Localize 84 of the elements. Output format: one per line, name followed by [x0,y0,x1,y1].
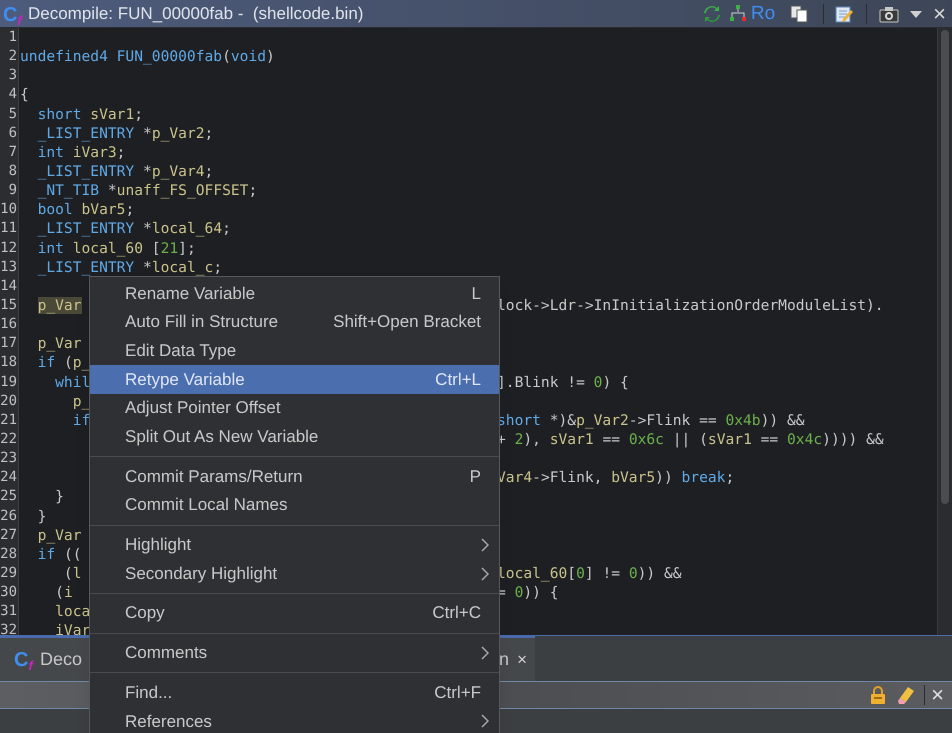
line-number: 16 [0,315,19,334]
line-number: 26 [0,506,19,526]
line-number: 18 [0,353,19,373]
close-button[interactable]: × [931,684,944,706]
code-line: _NT_TIB *unaff_FS_OFFSET; [36,182,258,200]
menu-item[interactable]: Find... Ctrl+F [90,678,499,707]
code-line: bool bVar5; [36,201,134,218]
line-number: 20 [0,392,19,411]
line-number: 13 [0,258,19,277]
code-line: if (( [36,546,82,563]
menu-item[interactable]: Edit Data Type [90,336,499,366]
line-number: 2 [0,47,19,66]
code-line: _LIST_ENTRY *p_Var2; [36,124,214,142]
line-number: 23 [0,449,19,468]
line-number: 9 [0,181,19,200]
line-number: 29 [0,564,19,584]
menu-item[interactable]: Auto Fill in Structure Shift+Open Bracket [90,308,499,336]
code-line: lock->Ldr->InInitializationOrderModuleList). [497,296,884,314]
line-number: 12 [0,238,19,258]
line-number: 31 [0,602,19,622]
code-line: int iVar3; [36,144,126,161]
code-line: _LIST_ENTRY *p_Var4; [36,162,214,180]
line-number: 28 [0,544,19,564]
line-number: 17 [0,334,19,354]
line-number: 10 [0,200,19,220]
eraser-icon[interactable] [896,685,916,705]
code-line: p_ [72,392,90,410]
line-number: 4 [0,85,19,105]
code-line: } [36,508,46,525]
line-number: 27 [0,526,19,545]
menu-item[interactable]: Commit Params/Return P [90,462,499,491]
menu-item[interactable]: Copy Ctrl+C [90,598,499,628]
code-line: ].Blink != 0) { [497,374,629,391]
code-line: p_Var [36,526,82,544]
line-number: 19 [0,372,19,392]
window-title: Decompile: FUN_00000fab - (shellcode.bin) [28,2,364,25]
code-line: loca [54,603,90,620]
line-number: 1 [0,28,19,48]
line-number: 22 [0,430,19,450]
line-number: 11 [0,219,19,239]
vertical-scrollbar[interactable] [937,28,952,635]
code-line: undefined4 FUN_00000fab(void) [20,48,275,66]
code-line: if (p_ [36,354,90,372]
line-number: 25 [0,487,19,507]
code-line: _LIST_ENTRY *local_c; [36,258,222,276]
code-line: local_60[0] != 0)) && [497,564,682,582]
code-line: whil [54,374,90,391]
menu-item[interactable]: Retype Variable Ctrl+L [90,365,499,394]
menu-item[interactable]: Secondary Highlight [90,559,499,588]
line-number: 5 [0,104,19,124]
code-line: { [20,86,29,104]
dropdown-icon[interactable] [909,8,924,18]
close-button[interactable]: × [933,2,946,24]
line-number: 3 [0,66,19,86]
menu-item[interactable]: Rename Variable L [90,279,499,308]
menu-item[interactable]: References [90,706,499,733]
code-line: int local_60 [21]; [36,240,196,257]
line-number: 21 [0,410,19,430]
line-number: 6 [0,124,19,143]
line-number: 15 [0,296,19,316]
line-number: 32 [0,621,19,635]
refresh-icon[interactable] [702,4,722,24]
scrollbar-thumb[interactable] [941,30,949,504]
line-number: 30 [0,583,19,602]
code-line: } [54,488,64,506]
line-number: 8 [0,162,19,182]
line-number: 14 [0,276,19,296]
menu-item[interactable]: Adjust Pointer Offset [90,394,499,422]
menu-item[interactable]: Split Out As New Variable [90,422,499,452]
camera-icon[interactable] [879,4,900,22]
code-line: p_Var [36,335,82,352]
edit-icon[interactable] [834,4,854,24]
copy-icon[interactable] [789,4,810,24]
menu-item[interactable]: Highlight [90,530,499,560]
menu-item[interactable]: Commit Local Names [90,490,499,520]
code-line: if [72,412,90,429]
code-line: (l [62,564,82,582]
tree-graph-icon[interactable] [728,4,748,24]
line-number: 7 [0,142,19,162]
code-line: short sVar1; [36,106,144,123]
code-line: (i [54,584,73,602]
menu-item[interactable]: Comments [90,638,499,668]
code-line: _LIST_ENTRY *local_64; [36,220,231,238]
line-number: 24 [0,468,19,488]
